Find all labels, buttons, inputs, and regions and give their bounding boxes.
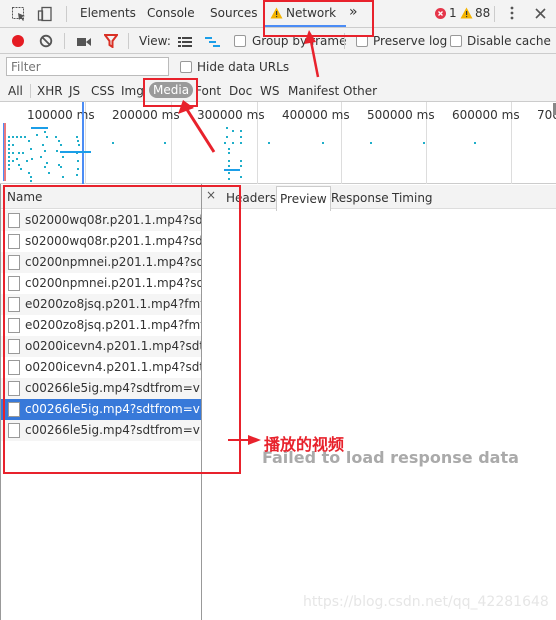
watermark: https://blog.csdn.net/qq_42281648 [303,594,549,610]
arrow-to-media-filter [178,100,216,153]
annotation-arrows [178,30,320,445]
arrow-to-selected-video [228,435,261,445]
arrow-to-network-tab [304,30,320,78]
annotation-label: 播放的视频 [264,435,345,454]
